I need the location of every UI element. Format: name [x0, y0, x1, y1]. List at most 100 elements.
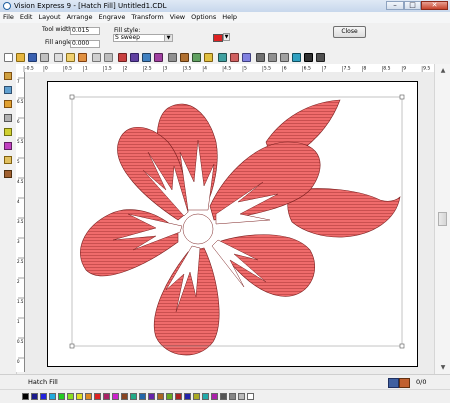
palette-swatch[interactable] [139, 393, 146, 400]
palette-swatch[interactable] [247, 393, 254, 400]
palette-swatch[interactable] [175, 393, 182, 400]
ellipse-icon[interactable] [4, 142, 12, 150]
tool-width-input[interactable]: 0.015 [70, 27, 100, 35]
palette-swatch[interactable] [148, 393, 155, 400]
cut-job-icon[interactable] [130, 53, 139, 62]
palette-swatch[interactable] [238, 393, 245, 400]
ruler-label: 8.5 [383, 66, 390, 72]
fill-style-select[interactable]: S sweep ▼ [113, 34, 173, 42]
preview-icon[interactable] [304, 53, 313, 62]
cut-icon[interactable] [54, 53, 63, 62]
fill-angle-input[interactable]: 0.000 [70, 40, 100, 48]
layer-icon-2[interactable] [399, 378, 410, 388]
menu-arrange[interactable]: Arrange [64, 12, 96, 23]
shape-tool-icon[interactable] [218, 53, 227, 62]
rectangle-icon[interactable] [4, 128, 12, 136]
ruler-label: 4 [17, 199, 20, 204]
scroll-thumb[interactable] [438, 212, 447, 226]
close-button[interactable]: Close [333, 26, 366, 38]
tail-petal-shape[interactable] [287, 188, 401, 238]
redo-icon[interactable] [104, 53, 113, 62]
close-window-button[interactable]: ✕ [421, 1, 448, 10]
color-dropdown-icon[interactable]: ▼ [223, 33, 230, 41]
ruler-label: 2.5 [17, 259, 24, 264]
palette-swatch[interactable] [193, 393, 200, 400]
palette-swatch[interactable] [157, 393, 164, 400]
layer-icon[interactable] [388, 378, 399, 388]
export-icon[interactable] [154, 53, 163, 62]
palette-swatch[interactable] [220, 393, 227, 400]
move-icon[interactable] [316, 53, 325, 62]
zoom-icon[interactable] [168, 53, 177, 62]
measure-icon[interactable] [292, 53, 301, 62]
pan-icon[interactable] [180, 53, 189, 62]
print-icon[interactable] [40, 53, 49, 62]
ruler-label: 2 [125, 66, 128, 72]
ruler-label: 6.5 [17, 99, 24, 104]
ruler-label: 4.5 [17, 179, 24, 184]
node-edit-icon[interactable] [192, 53, 201, 62]
palette-swatch[interactable] [112, 393, 119, 400]
page-area[interactable] [47, 81, 418, 367]
color-palette [0, 389, 450, 403]
undo-icon[interactable] [92, 53, 101, 62]
palette-swatch[interactable] [76, 393, 83, 400]
zoom-tool-icon[interactable] [4, 114, 12, 122]
palette-swatch[interactable] [67, 393, 74, 400]
new-file-icon[interactable] [4, 53, 13, 62]
menu-help[interactable]: Help [219, 12, 240, 23]
palette-swatch[interactable] [121, 393, 128, 400]
palette-swatch[interactable] [166, 393, 173, 400]
palette-swatch[interactable] [229, 393, 236, 400]
minimize-button[interactable]: – [386, 1, 404, 10]
align-icon[interactable] [268, 53, 277, 62]
menu-file[interactable]: File [0, 12, 17, 23]
fill-color-swatch[interactable] [213, 34, 223, 42]
text-tool-icon[interactable] [204, 53, 213, 62]
menu-edit[interactable]: Edit [17, 12, 36, 23]
maximize-button[interactable]: □ [404, 1, 421, 10]
settings-icon[interactable] [256, 53, 265, 62]
import-icon[interactable] [142, 53, 151, 62]
palette-swatch[interactable] [85, 393, 92, 400]
engrave-icon[interactable] [118, 53, 127, 62]
scroll-up-icon[interactable]: ▲ [438, 66, 448, 75]
palette-swatch[interactable] [40, 393, 47, 400]
palette-swatch[interactable] [58, 393, 65, 400]
ruler-label: 1 [17, 319, 20, 324]
palette-swatch[interactable] [31, 393, 38, 400]
vertical-scrollbar[interactable]: ▲ ▼ [434, 64, 450, 374]
grid-icon[interactable] [280, 53, 289, 62]
ruler-label: 4.5 [224, 66, 231, 72]
eyedropper-icon[interactable] [4, 170, 12, 178]
scroll-down-icon[interactable]: ▼ [438, 363, 448, 372]
palette-swatch[interactable] [49, 393, 56, 400]
pen-icon[interactable] [4, 156, 12, 164]
fill-tool-icon[interactable] [242, 53, 251, 62]
hatch-tool-icon[interactable] [230, 53, 239, 62]
status-mode: Hatch Fill [28, 378, 58, 386]
palette-swatch[interactable] [22, 393, 29, 400]
select-tool-icon[interactable] [4, 72, 12, 80]
paste-icon[interactable] [78, 53, 87, 62]
copy-icon[interactable] [66, 53, 75, 62]
left-toolbox [0, 64, 17, 374]
palette-swatch[interactable] [103, 393, 110, 400]
text-icon[interactable] [4, 100, 12, 108]
menu-transform[interactable]: Transform [128, 12, 166, 23]
palette-swatch[interactable] [130, 393, 137, 400]
menu-layout[interactable]: Layout [35, 12, 63, 23]
ruler-label: 3 [17, 239, 20, 244]
ruler-label: 2 [17, 279, 20, 284]
ruler-label: -0.5 [25, 66, 34, 72]
save-file-icon[interactable] [28, 53, 37, 62]
menu-view[interactable]: View [167, 12, 188, 23]
shape-edit-icon[interactable] [4, 86, 12, 94]
palette-swatch[interactable] [94, 393, 101, 400]
palette-swatch[interactable] [184, 393, 191, 400]
menu-options[interactable]: Options [188, 12, 219, 23]
palette-swatch[interactable] [202, 393, 209, 400]
open-file-icon[interactable] [16, 53, 25, 62]
menu-engrave[interactable]: Engrave [96, 12, 129, 23]
palette-swatch[interactable] [211, 393, 218, 400]
